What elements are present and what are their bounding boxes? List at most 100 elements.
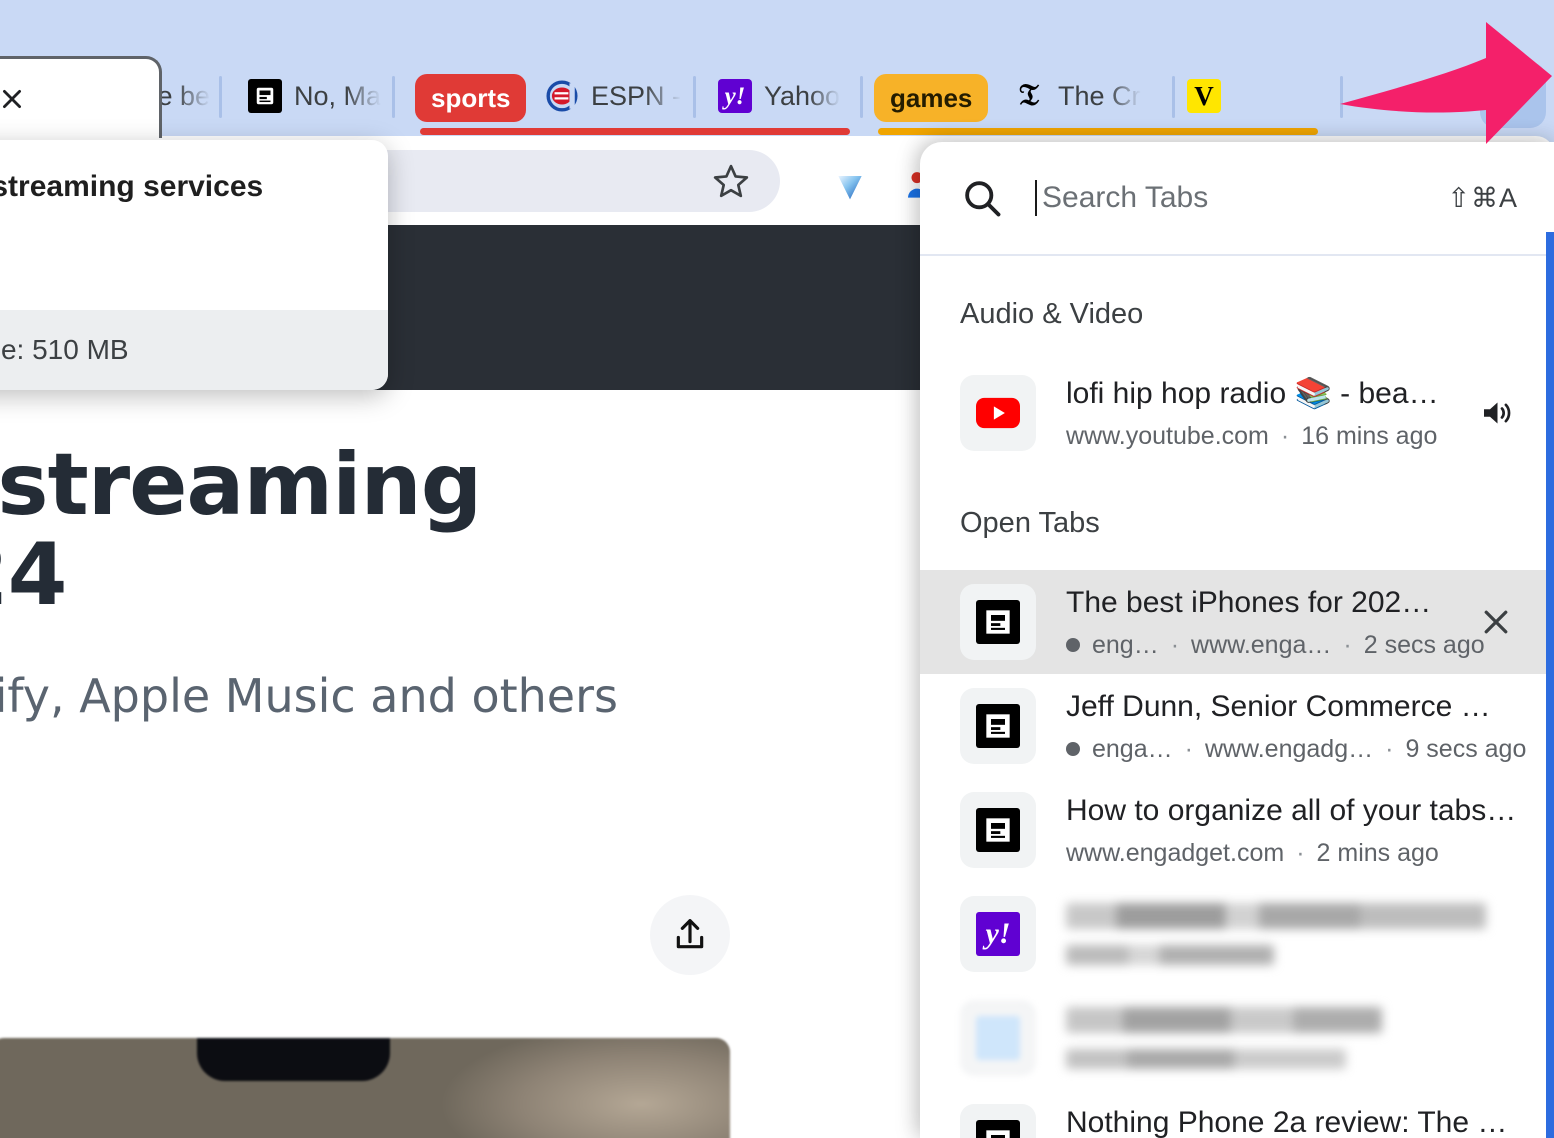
- tab-the-cr[interactable]: 𝔗 The Cr: [1012, 56, 1141, 136]
- yellow-icon: V: [1187, 79, 1221, 113]
- meta-separator: ·: [1385, 734, 1394, 763]
- tab-group-label: games: [890, 82, 973, 113]
- espn-icon: [545, 79, 579, 113]
- tab-group-chip-games[interactable]: games: [874, 74, 989, 122]
- tab-group-dot-icon: [1066, 742, 1080, 757]
- search-placeholder: Search Tabs: [1042, 181, 1209, 214]
- search-input[interactable]: Search Tabs: [1035, 180, 1447, 216]
- tab-search-bar[interactable]: Search Tabs ⇧⌘A: [920, 142, 1554, 256]
- preview-title: t music streaming services: [0, 170, 264, 203]
- list-item[interactable]: Nothing Phone 2a review: The answ… enga……: [920, 1090, 1554, 1138]
- favicon-container: [960, 1000, 1036, 1076]
- tab-label: Yahoo: [764, 80, 841, 111]
- list-item-group: eng…: [1092, 630, 1159, 659]
- meta-separator: ·: [1296, 838, 1305, 867]
- list-item-time: 2 secs ago: [1363, 630, 1485, 659]
- redacted-meta: [1066, 1049, 1347, 1069]
- tab-group-chip-sports[interactable]: sports: [415, 74, 527, 122]
- list-item[interactable]: The best iPhones for 2024: Whi… eng… · w…: [920, 570, 1554, 674]
- tab-espn[interactable]: ESPN -: [545, 56, 681, 136]
- close-icon[interactable]: [0, 86, 25, 112]
- engadget-icon: [976, 600, 1020, 644]
- redacted-meta: [1066, 945, 1274, 965]
- nyt-icon: 𝔗: [1019, 79, 1039, 112]
- diamond-icon[interactable]: [828, 164, 872, 208]
- tab-no-ma[interactable]: No, Ma: [248, 56, 381, 136]
- tab-search-popup: Search Tabs ⇧⌘A Audio & Video lofi hip h…: [920, 142, 1554, 1138]
- engadget-icon: [976, 1120, 1020, 1138]
- search-icon: [960, 176, 1004, 220]
- tab-label: ESPN -: [591, 80, 682, 111]
- share-icon: [676, 919, 704, 949]
- list-item-meta: www.youtube.com · 16 mins ago: [1066, 422, 1444, 451]
- list-item-body: The best iPhones for 2024: Whi… eng… · w…: [1066, 584, 1485, 660]
- list-item-url: www.engadget.com: [1066, 838, 1285, 867]
- page-title: ic streaming024: [0, 435, 482, 626]
- list-item-title: How to organize all of your tabs on …: [1066, 794, 1518, 828]
- tab-label: No, Ma: [294, 80, 382, 111]
- list-item-title: Nothing Phone 2a review: The answ…: [1066, 1106, 1518, 1138]
- section-heading-open-tabs: Open Tabs: [960, 507, 1100, 539]
- close-icon[interactable]: [1474, 604, 1518, 640]
- tab-separator: [693, 76, 696, 118]
- list-item-body-redacted: [1066, 1007, 1518, 1069]
- window-edge-strip: [1546, 232, 1554, 1138]
- yahoo-icon: y!: [718, 79, 752, 113]
- engadget-icon: [976, 808, 1020, 852]
- speaker-icon[interactable]: [1474, 395, 1518, 431]
- list-item-url: www.youtube.com: [1066, 421, 1269, 450]
- list-item-body: Jeff Dunn, Senior Commerce Writer… enga……: [1066, 688, 1526, 764]
- section-heading-audio-video: Audio & Video: [960, 298, 1144, 330]
- list-item-meta: enga… · www.engadg… · 9 secs ago: [1066, 734, 1526, 764]
- favicon-container: [960, 1104, 1036, 1138]
- list-item[interactable]: How to organize all of your tabs on … ww…: [920, 778, 1554, 882]
- chevron-down-icon: [1501, 89, 1525, 103]
- list-item-time: 9 secs ago: [1405, 734, 1527, 763]
- tab-separator: [1172, 76, 1175, 118]
- tab-hover-preview: t music streaming services t.com nory us…: [0, 140, 388, 390]
- list-item-title: The best iPhones for 2024: Whi…: [1066, 586, 1444, 620]
- favicon-container: y!: [960, 896, 1036, 972]
- tab-separator: [1340, 76, 1343, 118]
- tab-separator: [392, 76, 395, 118]
- list-item-url: www.enga…: [1191, 630, 1332, 659]
- list-item-time: 2 mins ago: [1316, 838, 1439, 867]
- list-item[interactable]: lofi hip hop radio 📚 - beat… www.youtube…: [920, 361, 1554, 465]
- list-item-title: Jeff Dunn, Senior Commerce Writer…: [1066, 690, 1518, 724]
- text-caret: [1035, 180, 1037, 216]
- tab-search-button[interactable]: [1480, 62, 1546, 128]
- meta-separator: ·: [1170, 630, 1180, 659]
- list-item-body: How to organize all of your tabs on … ww…: [1066, 792, 1518, 868]
- browser-window: The be No, Ma sports ESPN - y! Yahoo gam…: [0, 0, 1554, 1138]
- youtube-icon: [976, 391, 1020, 435]
- list-item[interactable]: Jeff Dunn, Senior Commerce Writer… enga……: [920, 674, 1554, 778]
- tab-label: The Cr: [1058, 80, 1141, 111]
- list-item-body: lofi hip hop radio 📚 - beat… www.youtube…: [1066, 375, 1444, 451]
- tab-yahoo[interactable]: y! Yahoo: [718, 56, 840, 136]
- engadget-icon: [976, 704, 1020, 748]
- meta-separator: ·: [1280, 421, 1290, 450]
- favicon-container: [960, 792, 1036, 868]
- list-item[interactable]: y!: [920, 882, 1554, 986]
- article-hero-image: [0, 1038, 730, 1138]
- tab-yellow[interactable]: V: [1187, 56, 1233, 136]
- article: ic streaming024 Spotify, Apple Music and…: [0, 440, 890, 724]
- star-icon[interactable]: [708, 158, 754, 204]
- share-button[interactable]: [650, 895, 730, 975]
- preview-url: t.com: [0, 204, 388, 310]
- list-item-body-redacted: [1066, 903, 1518, 965]
- redacted-title: [1066, 1007, 1383, 1033]
- engadget-icon: [248, 79, 282, 113]
- list-item-time: 16 mins ago: [1301, 421, 1438, 450]
- list-item-meta: eng… · www.enga… · 2 secs ago: [1066, 630, 1485, 660]
- blue-icon: [976, 1016, 1020, 1060]
- tab-group-dot-icon: [1066, 638, 1080, 653]
- preview-memory-usage: nory usage: 510 MB: [0, 310, 388, 390]
- tab-separator: [860, 76, 863, 118]
- favicon-container: [960, 584, 1036, 660]
- list-item[interactable]: [920, 986, 1554, 1090]
- meta-separator: ·: [1184, 734, 1193, 763]
- tab-active[interactable]: [0, 56, 162, 138]
- list-item-body: Nothing Phone 2a review: The answ… enga……: [1066, 1104, 1518, 1138]
- list-item-group: enga…: [1092, 734, 1173, 763]
